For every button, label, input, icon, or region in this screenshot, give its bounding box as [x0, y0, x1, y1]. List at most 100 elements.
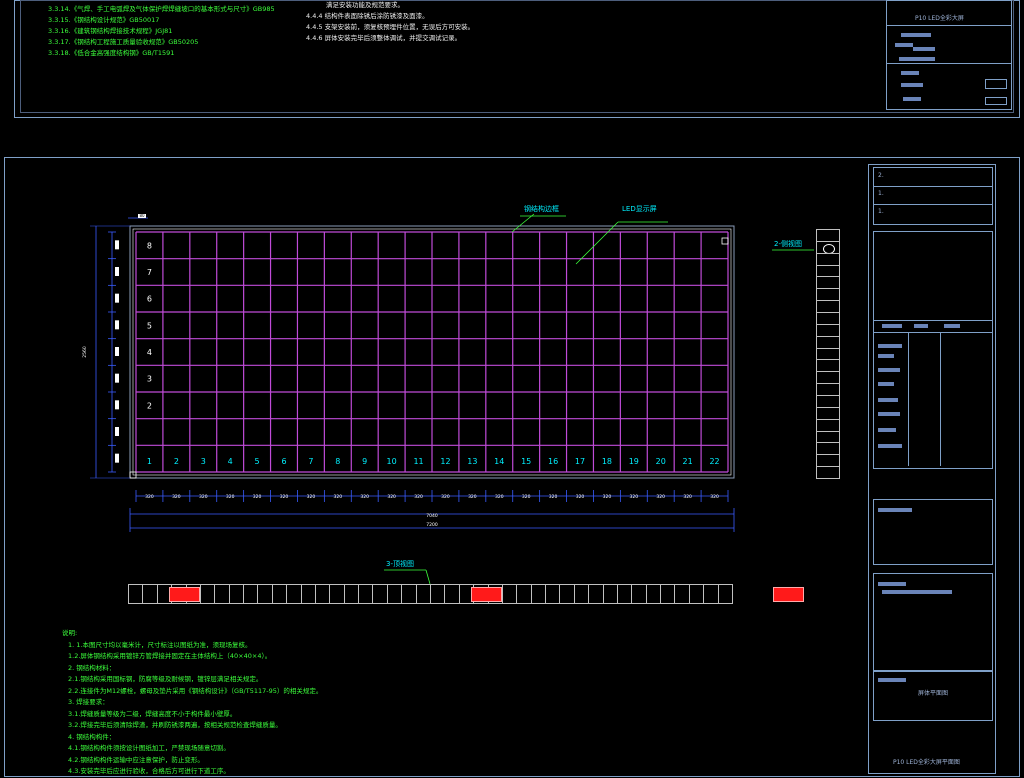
row-number-label: 7: [147, 268, 152, 277]
side-view-label: 2-侧视图: [774, 240, 802, 248]
note-line: 2.2.连接件为M12螺栓，螺母及垫片采用《钢结构设计》（GB/T5117-95…: [68, 686, 323, 695]
segment-dim-text: 320: [630, 494, 639, 500]
note-line: 4. 钢结构构件：: [68, 732, 116, 741]
segment-dim-text: 320: [522, 494, 531, 500]
row-number-label: 5: [147, 321, 152, 330]
bottom-view-cell: [372, 584, 388, 604]
note-line: 3.2.焊接完毕后须清除焊渣，并刷防锈漆两遍，按相关规范检查焊缝质量。: [68, 721, 282, 729]
segment-dim-text: 320: [549, 494, 558, 500]
bottom-view-cell: [674, 584, 690, 604]
note-line: 4.2.钢结构构件运输中应注意保护，防止变形。: [68, 755, 204, 764]
bottom-view-cell: [415, 584, 431, 604]
column-number-label: 20: [656, 457, 666, 466]
segment-dim-text: 320: [280, 494, 289, 500]
left-dim-text-block: [115, 293, 119, 303]
note-line: 3. 焊接要求：: [68, 698, 109, 706]
bottom-view-cell: [573, 584, 590, 604]
bottom-view-cell: [588, 584, 604, 604]
column-number-label: 3: [201, 457, 206, 466]
bottom-view-label: 3-顶视图: [386, 560, 414, 568]
column-number-label: 11: [413, 457, 423, 466]
overall-total-text: 7200: [426, 522, 438, 528]
bottom-view-cell: [501, 584, 518, 604]
segment-dim-text: 320: [710, 494, 719, 500]
bottom-view-cell: [386, 584, 403, 604]
main-title-block: 2. 1. 1. 屏体平面图 P10 LED全彩大屏平面图: [868, 164, 996, 774]
left-dim-text-block: [115, 267, 119, 276]
bottom-view-cell: [243, 584, 259, 604]
column-number-label: 13: [467, 457, 477, 466]
segment-dim-text: 320: [468, 494, 477, 500]
segment-dim-text: 320: [172, 494, 181, 500]
annotation-module-label: LED显示屏: [622, 205, 657, 213]
left-side-dim-text: 2560: [82, 346, 88, 358]
column-number-label: 6: [281, 457, 286, 466]
left-dim-text-block: [115, 320, 119, 330]
module-leader-line: [575, 221, 619, 265]
bottom-view-cell: [314, 584, 331, 604]
segment-dim-text: 320: [334, 494, 343, 500]
note-line: 2. 钢结构材料：: [68, 663, 116, 672]
bottom-view-cell: [688, 584, 705, 604]
left-dim-text-block: [115, 453, 119, 463]
note-line: 1. 1.本图尺寸均以毫米计，尺寸标注以图纸为准，须现场复核。: [68, 640, 252, 649]
annotation-frame-label: 钢结构边框: [524, 205, 559, 213]
general-notes: 说明: 1. 1.本图尺寸均以毫米计，尺寸标注以图纸为准，须现场复核。 1.2.…: [62, 628, 322, 778]
left-dim-text-block: [115, 373, 119, 383]
row-number-label: 3: [147, 375, 152, 384]
column-number-label: 19: [629, 457, 639, 466]
column-number-label: 2: [174, 457, 179, 466]
notes-heading: 说明:: [62, 629, 78, 637]
column-number-label: 1: [147, 457, 152, 466]
left-dim-text-block: [115, 427, 119, 436]
column-number-label: 22: [709, 457, 719, 466]
segment-dim-text: 320: [656, 494, 665, 500]
column-number-label: 5: [255, 457, 260, 466]
row-number-label: 8: [147, 241, 152, 250]
bottom-view-cell: [530, 584, 547, 604]
bottom-view-cell: [444, 584, 460, 604]
bottom-view-cell: [128, 584, 144, 604]
corner-marker: [721, 237, 729, 245]
top-title-block-title: P10 LED全彩大屏: [915, 15, 964, 22]
left-dim-text-block: [115, 400, 119, 410]
segment-dim-text: 320: [226, 494, 235, 500]
bottom-view-strip: [128, 584, 804, 604]
bottom-view-cell: [329, 584, 345, 604]
mounting-block: [471, 587, 502, 602]
segment-dim-text: 320: [360, 494, 369, 500]
bottom-view-cell: [199, 584, 216, 604]
bottom-view-cell: [660, 584, 676, 604]
mounting-block: [169, 587, 200, 602]
column-number-label: 12: [440, 457, 450, 466]
bottom-view-cell: [616, 584, 633, 604]
bottom-view-cell: [142, 584, 158, 604]
bottom-view-cell: [257, 584, 273, 604]
bottom-view-cell: [300, 584, 316, 604]
bottom-view-cell: [358, 584, 374, 604]
left-dim-text-block: [115, 347, 119, 356]
segment-dim-text: 320: [145, 494, 154, 500]
note-line: 2.1.钢结构采用国标钢，防腐等级及耐候钢，镀锌层满足相关规定。: [68, 675, 263, 683]
title-block-drawing-name: 屏体平面图: [918, 690, 949, 697]
note-line: 4.1.钢结构构件须按设计图纸加工，严禁现场随意切割。: [68, 744, 230, 752]
side-view-cell: [816, 466, 840, 479]
column-number-label: 8: [335, 457, 340, 466]
note-line: 3.1.焊缝质量等级为二级，焊缝高度不小于构件最小壁厚。: [68, 709, 237, 718]
row-number-label: 6: [147, 295, 152, 304]
segment-dim-text: 320: [253, 494, 262, 500]
bottom-view-cell: [516, 584, 532, 604]
left-dim-text-block: [115, 240, 119, 250]
row-number-label: 2: [147, 401, 152, 410]
column-number-label: 4: [228, 457, 233, 466]
bottom-view-cell: [645, 584, 662, 604]
bottom-view-cell: [703, 584, 719, 604]
bottom-view-cell: [401, 584, 417, 604]
segment-dim-text: 320: [576, 494, 585, 500]
note-line: 1.2.屏体钢结构采用镀锌方管焊接并固定在主体结构上（40×40×4）。: [68, 652, 272, 660]
column-number-label: 7: [308, 457, 313, 466]
row-number-label: 4: [147, 348, 152, 357]
column-number-label: 14: [494, 457, 504, 466]
bottom-view-cell: [286, 584, 302, 604]
column-number-label: 18: [602, 457, 612, 466]
